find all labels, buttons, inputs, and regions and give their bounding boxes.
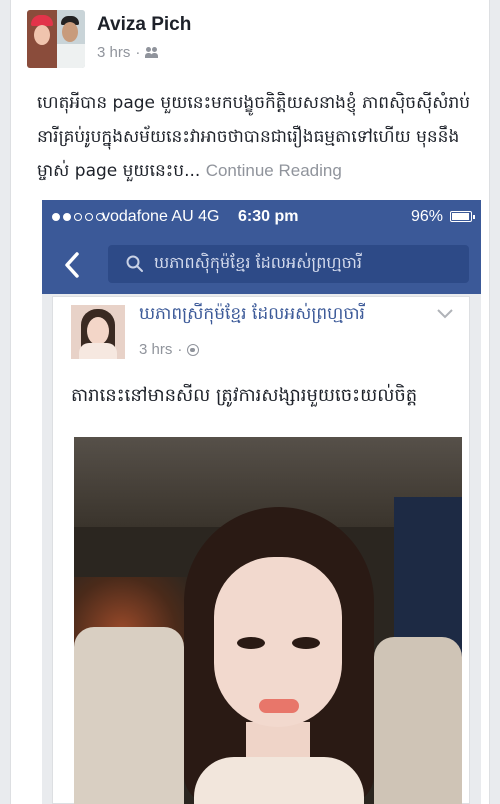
search-icon <box>126 255 143 272</box>
meta-separator: · <box>135 44 141 61</box>
shared-screenshot[interactable]: vodafone AU 4G 6:30 pm 96% ឃភាពស៊ិកុម៉ខ្… <box>42 200 481 804</box>
post-card: Aviza Pich 3 hrs · ហេតុអីបាន page មួយនេះ… <box>10 0 490 804</box>
post-time[interactable]: 3 hrs <box>97 44 130 61</box>
page: Aviza Pich 3 hrs · ហេតុអីបាន page មួយនេះ… <box>0 0 500 804</box>
page-name: ឃភាពស្រីកុម៉ខ្មែរ ដែលអស់ព្រហ្មចារី <box>139 304 365 324</box>
continue-reading-link[interactable]: Continue Reading <box>206 161 342 180</box>
search-input: ឃភាពស៊ិកុម៉ខ្មែរ ដែលអស់ព្រហ្មចារី <box>108 245 469 283</box>
carrier-label: vodafone AU 4G <box>102 208 220 225</box>
battery-percent: 96% <box>411 208 444 225</box>
post-text: ហេតុអីបាន page មួយនេះមកបង្ខូចកិត្តិយសនាង… <box>37 86 477 188</box>
inner-post-meta: 3 hrs · <box>139 341 200 358</box>
page-avatar <box>71 305 125 359</box>
post-meta: 3 hrs · <box>97 44 159 61</box>
chevron-down-icon <box>437 309 453 319</box>
friends-icon <box>145 47 159 58</box>
clock: 6:30 pm <box>238 208 299 225</box>
phone-nav-bar: ឃភាពស៊ិកុម៉ខ្មែរ ដែលអស់ព្រហ្មចារី <box>42 236 481 294</box>
meta-separator: · <box>177 341 183 358</box>
signal-dots <box>52 213 104 221</box>
phone-status-bar: vodafone AU 4G 6:30 pm 96% <box>42 200 481 236</box>
search-query: ឃភាពស៊ិកុម៉ខ្មែរ ដែលអស់ព្រហ្មចារី <box>154 253 362 272</box>
globe-icon <box>187 343 200 356</box>
inner-post-text: តារានេះនៅមានសីល ត្រូវការសង្សារមួយចេះយល់ច… <box>71 385 418 406</box>
inner-post-card: ឃភាពស្រីកុម៉ខ្មែរ ដែលអស់ព្រហ្មចារី 3 hrs… <box>52 296 470 804</box>
author-name[interactable]: Aviza Pich <box>97 14 191 36</box>
back-icon <box>65 252 79 278</box>
battery-icon <box>450 211 475 222</box>
selfie-photo <box>74 437 462 804</box>
inner-post-time: 3 hrs <box>139 341 173 358</box>
author-avatar[interactable] <box>27 10 85 68</box>
